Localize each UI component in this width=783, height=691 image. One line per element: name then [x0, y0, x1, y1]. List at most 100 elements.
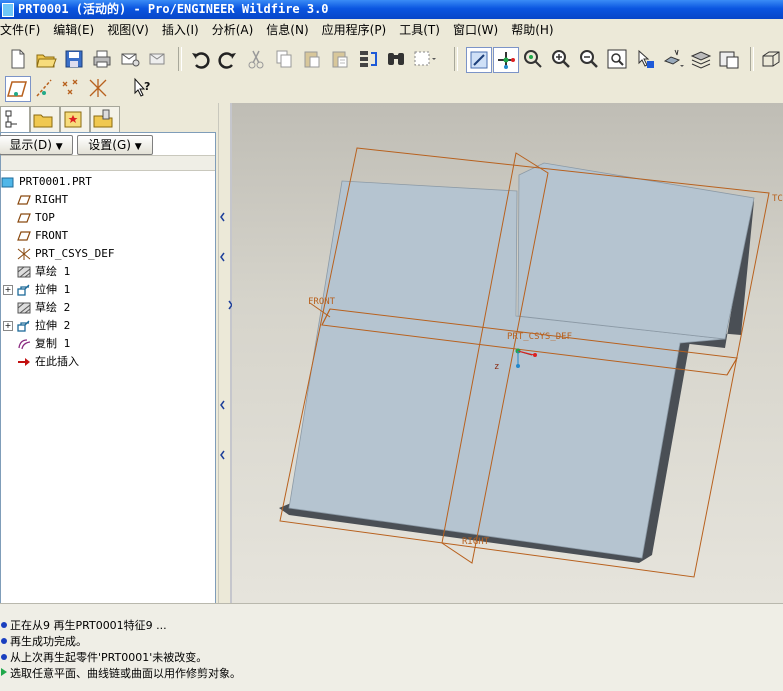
open-icon[interactable] [34, 47, 58, 71]
tree-item[interactable]: 复制 1 [17, 335, 70, 353]
panel-splitter[interactable] [218, 103, 233, 603]
tree-item[interactable]: 草绘 1 [17, 263, 70, 281]
datum-plane-icon [17, 229, 35, 242]
info-bullet-icon [1, 622, 7, 628]
tree-item-label: FRONT [35, 229, 69, 242]
settings-dropdown[interactable]: 设置(G) ▼ [77, 135, 153, 155]
tree-item[interactable]: TOP [17, 209, 55, 227]
tree-item[interactable]: + 拉伸 2 [3, 317, 70, 335]
info-bullet-icon [1, 638, 7, 644]
csys-label[interactable]: PRT_CSYS_DEF [507, 332, 572, 342]
insert-here-arrow-icon [17, 355, 35, 368]
tree-item-label: PRT_CSYS_DEF [35, 247, 115, 260]
front-plane-label[interactable]: FRONT [308, 297, 336, 307]
tree-item-label: 在此插入 [35, 355, 79, 368]
graphics-viewport[interactable]: FRONT PRT_CSYS_DEF RIGHT TC z [232, 103, 783, 603]
copy-icon[interactable] [272, 47, 296, 71]
menu-file[interactable]: 文件(F) [0, 19, 49, 42]
layers-icon[interactable] [689, 47, 713, 71]
top-plane-label[interactable]: TC [772, 194, 783, 204]
plane-display-icon[interactable] [5, 76, 31, 102]
regenerate-icon[interactable] [356, 47, 380, 71]
expand-icon[interactable]: + [3, 321, 13, 331]
menu-analysis[interactable]: 分析(A) [208, 19, 263, 42]
mail-attach-icon[interactable] [146, 47, 170, 71]
splitter-arrows [220, 103, 233, 603]
tree-item-label: TOP [35, 211, 55, 224]
datum-plane-icon [17, 193, 35, 206]
message-text: 从上次再生起零件'PRT0001'未被改变。 [10, 651, 208, 664]
menu-view[interactable]: 视图(V) [103, 19, 158, 42]
prompt-text: 选取任意平面、曲线链或曲面以用作修剪对象。 [10, 667, 241, 680]
model-canvas: FRONT PRT_CSYS_DEF RIGHT TC z [279, 147, 783, 578]
tree-item[interactable]: 草绘 2 [17, 299, 70, 317]
expand-icon[interactable]: + [3, 285, 13, 295]
point-display-icon[interactable] [59, 76, 83, 100]
refit-icon[interactable] [605, 47, 629, 71]
view-manager-icon[interactable] [717, 47, 741, 71]
print-icon[interactable] [90, 47, 114, 71]
tree-item-label: 拉伸 1 [35, 283, 71, 296]
menu-tools[interactable]: 工具(T) [395, 19, 449, 42]
undo-icon[interactable] [188, 47, 212, 71]
paste-special-icon[interactable] [328, 47, 352, 71]
tree-item-label: 草绘 2 [35, 301, 71, 314]
tree-column-header [1, 155, 215, 171]
extrude-icon [17, 283, 35, 296]
chevron-down-icon: ▼ [134, 142, 142, 152]
title-bar: PRT0001 (活动的) - Pro/ENGINEER Wildfire 3.… [0, 0, 783, 19]
menu-info[interactable]: 信息(N) [262, 19, 317, 42]
extrude-icon [17, 319, 35, 332]
zoom-in-icon[interactable] [549, 47, 573, 71]
menu-window[interactable]: 窗口(W) [449, 19, 507, 42]
display-style-icon[interactable] [758, 47, 782, 71]
named-views-icon[interactable] [661, 47, 685, 71]
repaint-icon[interactable] [466, 47, 492, 73]
redo-icon[interactable] [216, 47, 240, 71]
zoom-out-icon[interactable] [577, 47, 601, 71]
info-bullet-icon [1, 654, 7, 660]
csys-display-icon[interactable] [86, 76, 110, 100]
tree-item-label: PRT0001.PRT [19, 175, 92, 188]
model-tree-tab[interactable] [0, 106, 30, 134]
tree-item-label: 草绘 1 [35, 265, 71, 278]
select-box-icon[interactable] [412, 47, 436, 71]
tree-item[interactable]: PRT0001.PRT [1, 173, 92, 191]
context-help-icon[interactable]: ? [130, 76, 154, 100]
raised-block-face [517, 162, 755, 340]
part-icon [1, 175, 19, 188]
save-icon[interactable] [62, 47, 86, 71]
navigator-tabs [0, 103, 218, 134]
connections-tab[interactable] [90, 106, 120, 133]
axis-display-icon[interactable] [32, 76, 56, 100]
menu-applications[interactable]: 应用程序(P) [318, 19, 396, 42]
toolbar-separator [454, 47, 458, 71]
window-title: PRT0001 (活动的) - Pro/ENGINEER Wildfire 3.… [18, 2, 329, 16]
menu-insert[interactable]: 插入(I) [158, 19, 208, 42]
folder-browser-tab[interactable] [30, 106, 60, 133]
message-text: 正在从9 再生PRT0001特征9 ... [10, 619, 167, 632]
toolbar-separator [750, 47, 754, 71]
toolbar-separator [178, 47, 182, 71]
message-line: 选取任意平面、曲线链或曲面以用作修剪对象。 [0, 666, 241, 682]
tree-item[interactable]: + 拉伸 1 [3, 281, 71, 299]
tree-item[interactable]: 在此插入 [17, 353, 79, 371]
right-plane-label[interactable]: RIGHT [462, 537, 490, 547]
menu-edit[interactable]: 编辑(E) [49, 19, 103, 42]
find-icon[interactable] [384, 47, 408, 71]
mail-icon[interactable] [118, 47, 142, 71]
tree-item[interactable]: FRONT [17, 227, 68, 245]
tree-item[interactable]: RIGHT [17, 191, 68, 209]
reorient-icon[interactable] [633, 47, 657, 71]
orient-icon[interactable] [521, 47, 545, 71]
new-icon[interactable] [6, 47, 30, 71]
show-dropdown[interactable]: 显示(D) ▼ [0, 135, 73, 155]
tree-item[interactable]: PRT_CSYS_DEF [17, 245, 114, 263]
cut-icon[interactable] [244, 47, 268, 71]
spin-center-icon[interactable] [493, 47, 519, 73]
favorites-tab[interactable] [60, 106, 90, 133]
main-toolbar [0, 44, 783, 74]
settings-label: 设置(G) [88, 138, 131, 152]
menu-help[interactable]: 帮助(H) [507, 19, 562, 42]
paste-icon[interactable] [300, 47, 324, 71]
